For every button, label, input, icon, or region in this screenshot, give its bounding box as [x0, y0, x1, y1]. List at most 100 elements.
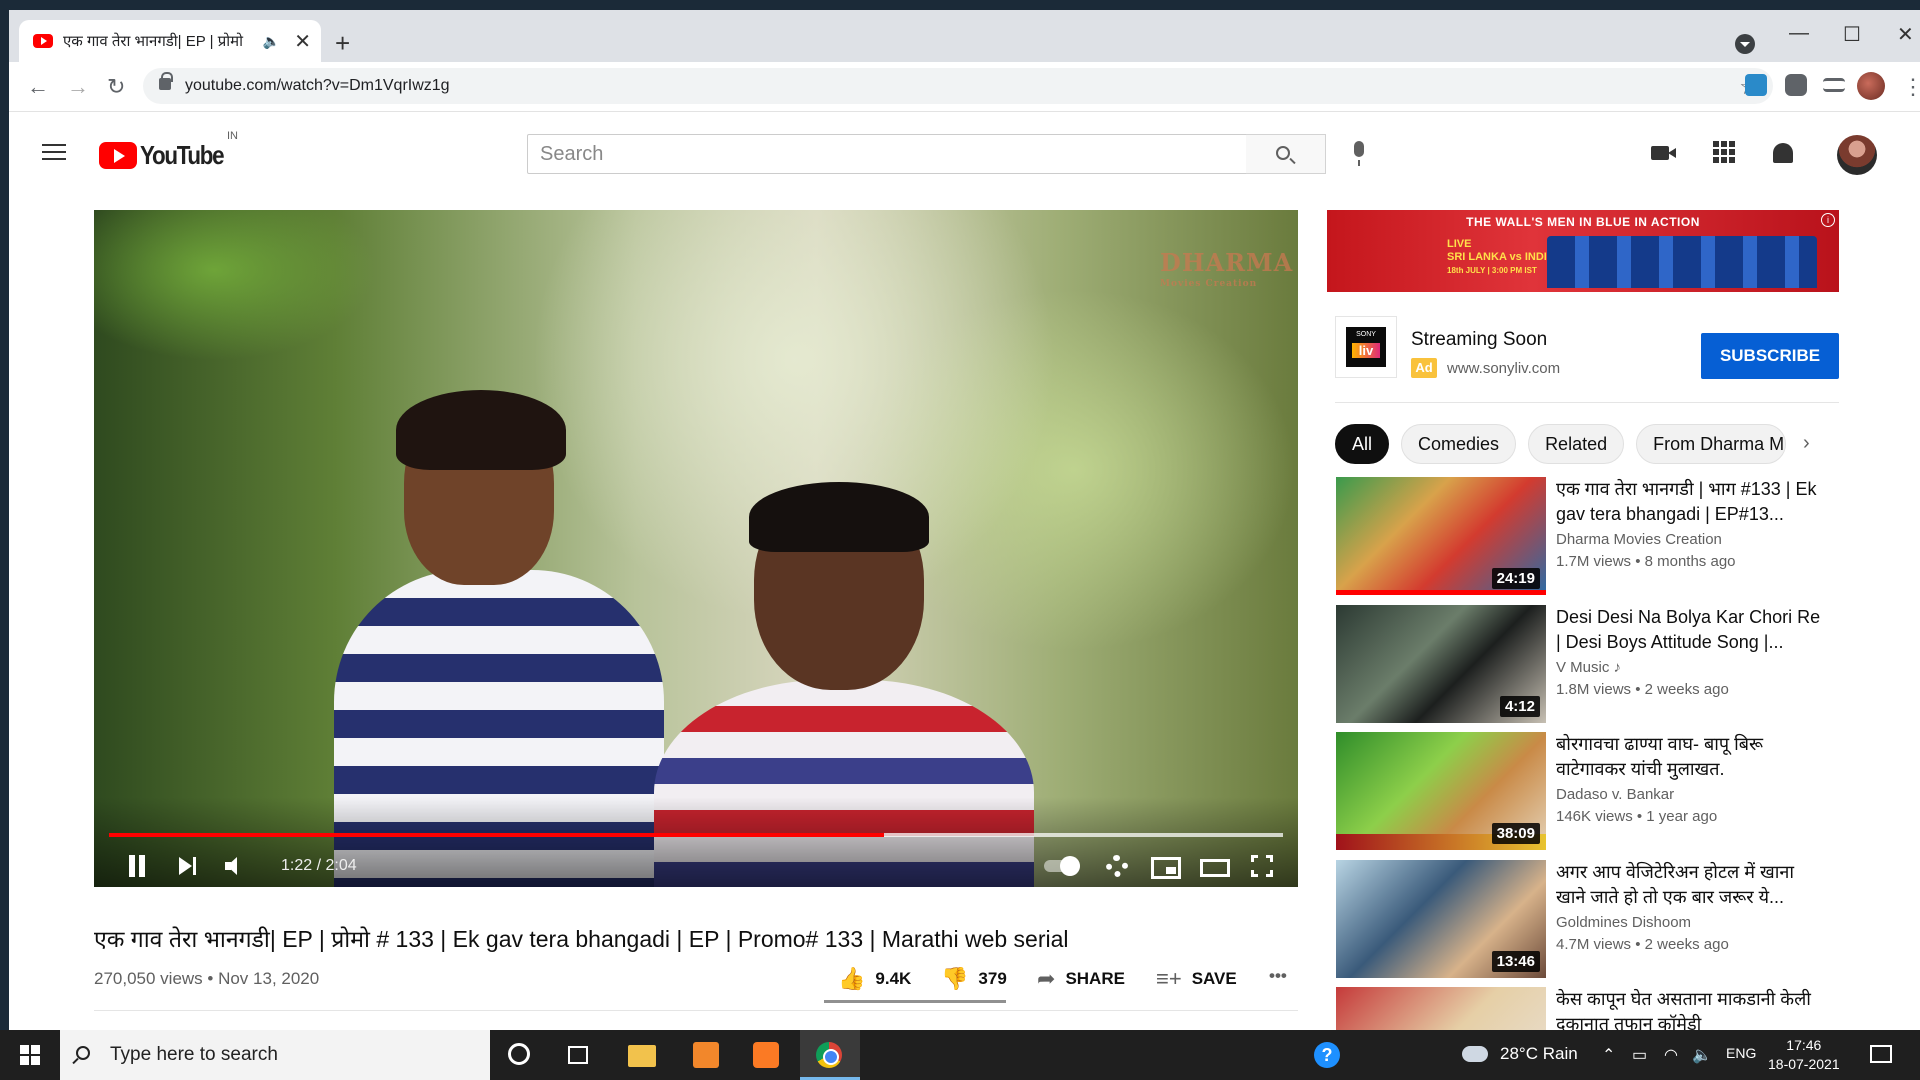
recommendation-channel[interactable]: Goldmines Dishoom: [1556, 914, 1691, 931]
theater-mode-icon[interactable]: [1200, 859, 1230, 877]
volume-icon[interactable]: [225, 857, 247, 875]
recommendation-channel[interactable]: Dadaso v. Bankar: [1556, 786, 1674, 803]
settings-gear-icon[interactable]: [1106, 855, 1128, 877]
speaker-icon[interactable]: 🔈: [1692, 1045, 1712, 1065]
chip-from-dharma[interactable]: From Dharma M: [1636, 424, 1787, 464]
recommendation-title[interactable]: एक गाव तेरा भानगडी | भाग #133 | Ek gav t…: [1556, 477, 1826, 527]
thumbs-up-icon: 👍: [838, 966, 866, 991]
search-icon: [76, 1046, 90, 1060]
url-text[interactable]: youtube.com/watch?v=Dm1VqrIwz1g: [185, 77, 450, 95]
tab-title: एक गाव तेरा भानगडी| EP | प्रोमो: [63, 33, 243, 50]
video-thumbnail[interactable]: 13:46: [1336, 860, 1546, 978]
recommendation-item[interactable]: 13:46 अगर आप वेजिटेरिअन होटल में खाना खा…: [1336, 860, 1836, 978]
chip-comedies[interactable]: Comedies: [1401, 424, 1517, 464]
save-button[interactable]: ≡+ SAVE: [1156, 966, 1237, 992]
subscribe-button[interactable]: SUBSCRIBE: [1701, 333, 1839, 379]
create-video-icon[interactable]: [1651, 146, 1676, 160]
forward-arrow-icon[interactable]: →: [67, 74, 89, 100]
system-clock[interactable]: 17:46 18-07-2021: [1768, 1036, 1840, 1074]
next-icon[interactable]: [179, 857, 197, 875]
notifications-bell-icon[interactable]: [1773, 143, 1793, 163]
recommendation-item[interactable]: 4:12 Desi Desi Na Bolya Kar Chori Re | D…: [1336, 605, 1836, 723]
recommendation-title[interactable]: केस कापून घेत असताना माकडानी केली दुकाना…: [1556, 987, 1826, 1030]
more-actions-button[interactable]: •••: [1269, 966, 1287, 986]
video-thumbnail[interactable]: 24:19: [1336, 477, 1546, 595]
like-ratio-bar: [824, 1000, 1006, 1003]
tab-search-icon[interactable]: [1735, 34, 1755, 54]
progress-bar[interactable]: [109, 833, 1283, 837]
video-thumbnail[interactable]: 38:09: [1336, 732, 1546, 850]
audio-playing-icon[interactable]: 🔈: [263, 33, 280, 50]
share-button[interactable]: ➦ SHARE: [1037, 966, 1125, 992]
battery-icon[interactable]: ▭: [1632, 1045, 1647, 1065]
apps-grid-icon[interactable]: [1713, 141, 1735, 163]
windows-start-icon[interactable]: [20, 1045, 40, 1065]
video-player[interactable]: DHARMA Movies Creation 1:22 / 2:04: [94, 210, 1298, 887]
profile-avatar[interactable]: [1857, 72, 1885, 100]
video-thumbnail[interactable]: 4:12: [1336, 605, 1546, 723]
autoplay-toggle[interactable]: [1044, 856, 1080, 876]
chrome-icon[interactable]: [816, 1042, 842, 1068]
close-window-button[interactable]: ✕: [1897, 22, 1914, 47]
recommendation-item[interactable]: 38:09 बोरगावचा ढाण्या वाघ- बापू बिरू वाट…: [1336, 732, 1836, 850]
pause-icon[interactable]: [127, 855, 147, 877]
sublime-text-icon[interactable]: [693, 1042, 719, 1068]
ad-info-icon[interactable]: i: [1821, 213, 1835, 227]
reload-icon[interactable]: ↻: [107, 74, 125, 100]
sonyliv-logo[interactable]: SONY liv: [1335, 316, 1397, 378]
recommendation-stats: 146K views • 1 year ago: [1556, 808, 1718, 825]
recommendation-item[interactable]: केस कापून घेत असताना माकडानी केली दुकाना…: [1336, 987, 1836, 1030]
search-input[interactable]: Search: [527, 134, 1247, 174]
chevron-up-icon[interactable]: ⌃: [1602, 1045, 1615, 1065]
account-avatar[interactable]: [1837, 135, 1877, 175]
recommendation-item[interactable]: 24:19 एक गाव तेरा भानगडी | भाग #133 | Ek…: [1336, 477, 1836, 595]
chip-all[interactable]: All: [1335, 424, 1390, 464]
recommendation-title[interactable]: बोरगावचा ढाण्या वाघ- बापू बिरू वाटेगावकर…: [1556, 732, 1826, 782]
played-bar: [109, 833, 884, 837]
minimize-button[interactable]: —: [1789, 22, 1809, 45]
youtube-logo[interactable]: YouTube IN: [99, 130, 238, 171]
ad-url[interactable]: www.sonyliv.com: [1447, 360, 1560, 377]
recommendation-channel[interactable]: V Music ♪: [1556, 659, 1621, 676]
tab-youtube[interactable]: एक गाव तेरा भानगडी| EP | प्रोमो 🔈 ✕: [19, 20, 321, 62]
new-tab-button[interactable]: +: [335, 28, 350, 59]
help-icon[interactable]: ?: [1314, 1042, 1340, 1068]
weather-widget[interactable]: 28°C Rain: [1462, 1044, 1578, 1064]
video-thumbnail[interactable]: [1336, 987, 1546, 1030]
puzzle-icon[interactable]: [1785, 74, 1807, 96]
dislike-button[interactable]: 👎 379: [941, 966, 1007, 992]
wifi-icon[interactable]: ◠: [1664, 1045, 1678, 1065]
tab-close-icon[interactable]: ✕: [294, 29, 311, 54]
maximize-button[interactable]: ☐: [1843, 22, 1861, 47]
ad-title[interactable]: Streaming Soon: [1411, 329, 1547, 351]
browser-toolbar: ← → ↻ youtube.com/watch?v=Dm1VqrIwz1g ☆ …: [9, 62, 1920, 112]
fullscreen-icon[interactable]: [1251, 855, 1273, 877]
media-queue-icon[interactable]: [1823, 78, 1845, 92]
recommendation-title[interactable]: Desi Desi Na Bolya Kar Chori Re | Desi B…: [1556, 605, 1826, 655]
lock-icon[interactable]: [159, 72, 173, 90]
time-display: 1:22 / 2:04: [281, 857, 357, 874]
task-view-icon[interactable]: [568, 1046, 588, 1064]
extension-icon[interactable]: [1745, 74, 1767, 96]
file-explorer-icon[interactable]: [628, 1045, 656, 1067]
chip-related[interactable]: Related: [1528, 424, 1625, 464]
search-button[interactable]: [1246, 134, 1326, 174]
back-arrow-icon[interactable]: ←: [27, 74, 49, 100]
miniplayer-icon[interactable]: [1151, 857, 1181, 879]
like-button[interactable]: 👍 9.4K: [838, 966, 911, 992]
recommendation-title[interactable]: अगर आप वेजिटेरिअन होटल में खाना खाने जात…: [1556, 860, 1826, 910]
xampp-icon[interactable]: [753, 1042, 779, 1068]
microphone-icon[interactable]: [1354, 141, 1364, 166]
notifications-icon[interactable]: [1870, 1045, 1892, 1063]
chevron-right-icon[interactable]: ›: [1803, 432, 1810, 455]
ad-badge: Ad: [1411, 358, 1437, 378]
cortana-icon[interactable]: [508, 1043, 530, 1065]
taskbar-search-input[interactable]: Type here to search: [60, 1030, 490, 1080]
ad-banner[interactable]: THE WALL'S MEN IN BLUE IN ACTION LIVE SR…: [1327, 210, 1839, 292]
language-indicator[interactable]: ENG: [1726, 1045, 1756, 1061]
taskbar-search-placeholder: Type here to search: [110, 1044, 278, 1065]
address-bar[interactable]: youtube.com/watch?v=Dm1VqrIwz1g ☆: [143, 68, 1773, 104]
recommendation-channel[interactable]: Dharma Movies Creation: [1556, 531, 1722, 548]
menu-kebab-icon[interactable]: ⋮: [1902, 74, 1920, 100]
hamburger-menu-icon[interactable]: [42, 144, 66, 165]
